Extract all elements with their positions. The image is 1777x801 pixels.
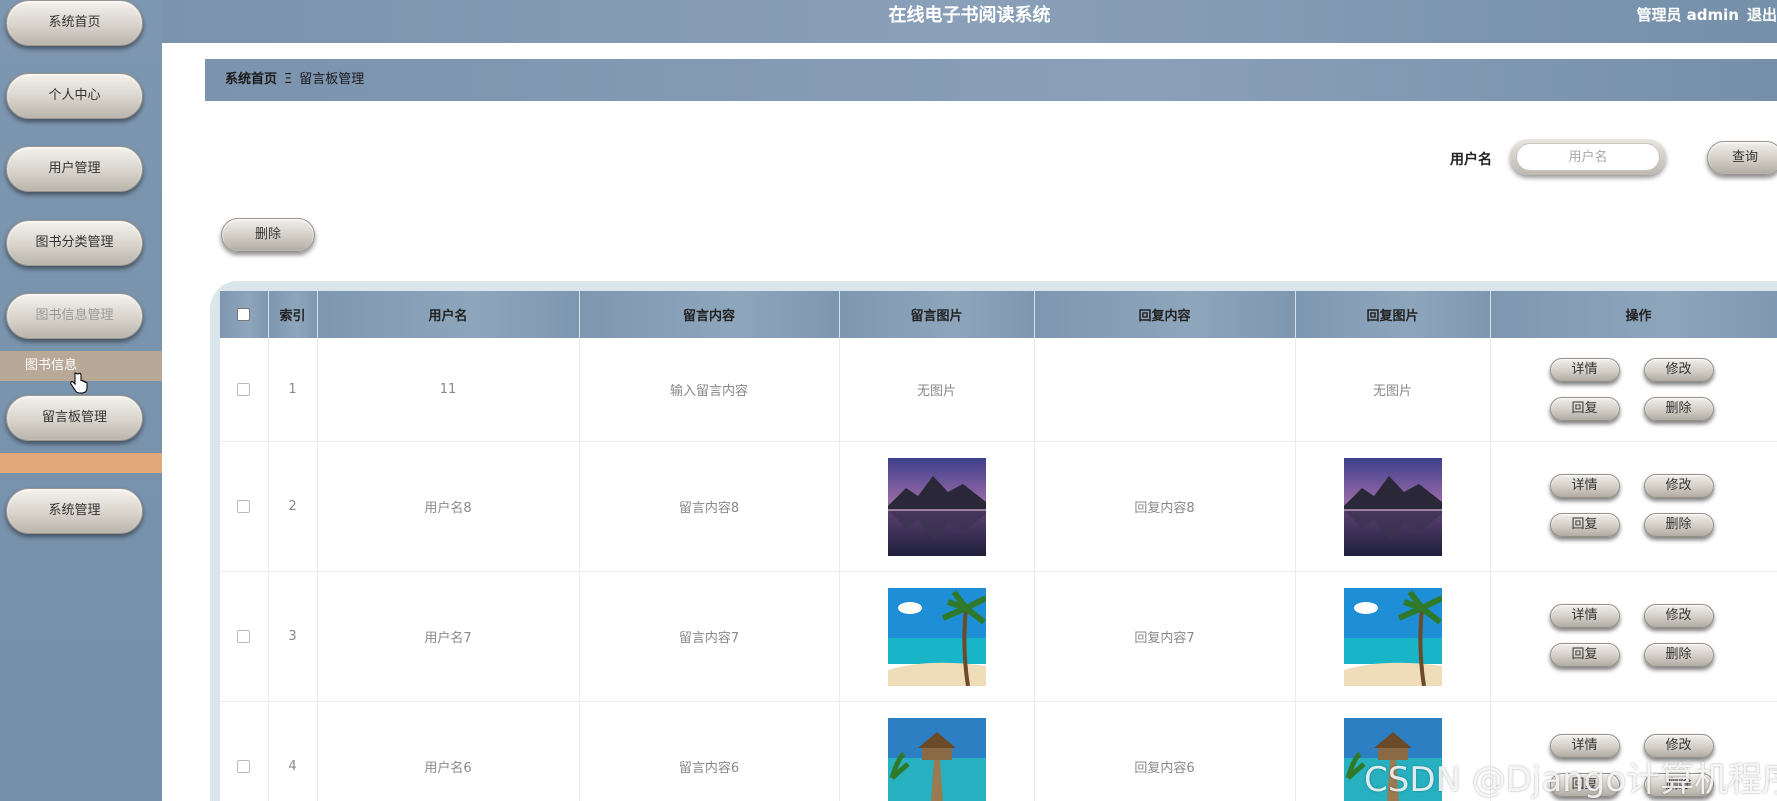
row-actions: 详情 修改 回复 删除 xyxy=(1490,571,1777,702)
row-index: 3 xyxy=(268,571,318,702)
row-checkbox-cell xyxy=(220,701,269,801)
row-checkbox[interactable] xyxy=(237,500,251,513)
row-content: 留言内容8 xyxy=(579,441,840,572)
logout-link[interactable]: 退出 xyxy=(1747,6,1777,24)
reply-button[interactable]: 回复 xyxy=(1549,513,1620,537)
search-input[interactable] xyxy=(1516,143,1660,171)
detail-button[interactable]: 详情 xyxy=(1549,474,1620,498)
row-checkbox[interactable] xyxy=(237,630,251,643)
row-content: 输入留言内容 xyxy=(579,338,840,442)
search-input-wrapper xyxy=(1510,139,1666,175)
app-title: 在线电子书阅读系统 xyxy=(888,5,1051,26)
search-label: 用户名 xyxy=(1450,152,1492,168)
submenu-highlight xyxy=(0,453,162,473)
row-username: 用户名7 xyxy=(317,571,580,702)
row-checkbox[interactable] xyxy=(237,760,251,773)
sidebar-item-book-category[interactable]: 图书分类管理 xyxy=(6,220,143,266)
sidebar-item-home[interactable]: 系统首页 xyxy=(6,0,143,46)
header-index: 索引 xyxy=(268,291,318,338)
sidebar-item-system-management[interactable]: 系统管理 xyxy=(6,488,143,534)
admin-info: 管理员 admin 退出 xyxy=(1628,0,1777,32)
row-content: 留言内容7 xyxy=(579,571,840,702)
edit-button[interactable]: 修改 xyxy=(1643,474,1714,498)
row-reply: 回复内容7 xyxy=(1034,571,1296,702)
row-image-cell xyxy=(839,701,1035,801)
delete-button[interactable]: 删除 xyxy=(1643,397,1714,421)
delete-button[interactable]: 删除 xyxy=(1643,513,1714,537)
sidebar: 系统首页 个人中心 用户管理 图书分类管理 图书信息管理 图书信息 留言板管理 … xyxy=(0,0,162,801)
row-index: 1 xyxy=(268,338,318,442)
row-checkbox-cell xyxy=(220,338,269,442)
row-username: 用户名6 xyxy=(317,701,580,801)
row-index: 4 xyxy=(268,701,318,801)
sidebar-item-personal-center[interactable]: 个人中心 xyxy=(6,73,143,119)
edit-button[interactable]: 修改 xyxy=(1643,358,1714,382)
header-reply-image: 回复图片 xyxy=(1295,291,1491,338)
mountain-lake-image[interactable] xyxy=(1343,457,1442,556)
detail-button[interactable]: 详情 xyxy=(1549,604,1620,628)
admin-label: 管理员 admin xyxy=(1636,6,1739,24)
header-content: 留言内容 xyxy=(579,291,840,338)
delete-button[interactable]: 删除 xyxy=(1643,643,1714,667)
watermark: CSDN @Django计算机程序 xyxy=(1364,760,1777,800)
row-username: 用户名8 xyxy=(317,441,580,572)
row-content: 留言内容6 xyxy=(579,701,840,801)
reply-button[interactable]: 回复 xyxy=(1549,397,1620,421)
tropical-beach-image[interactable] xyxy=(1343,587,1442,686)
message-table: 索引 用户名 留言内容 留言图片 回复内容 回复图片 操作 1 11 输入留言内… xyxy=(220,291,1777,801)
breadcrumb-separator: Ξ xyxy=(284,72,293,87)
header-image: 留言图片 xyxy=(839,291,1035,338)
row-reply: 回复内容8 xyxy=(1034,441,1296,572)
row-checkbox-cell xyxy=(220,571,269,702)
row-reply xyxy=(1034,338,1296,442)
sidebar-item-book-info[interactable]: 图书信息管理 xyxy=(6,293,143,339)
detail-button[interactable]: 详情 xyxy=(1549,358,1620,382)
row-reply-image-none: 无图片 xyxy=(1295,338,1491,442)
row-reply-image-cell xyxy=(1295,571,1491,702)
sidebar-item-user-management[interactable]: 用户管理 xyxy=(6,146,143,192)
message-table-container: 索引 用户名 留言内容 留言图片 回复内容 回复图片 操作 1 11 输入留言内… xyxy=(210,281,1777,801)
row-image-cell xyxy=(839,571,1035,702)
edit-button[interactable]: 修改 xyxy=(1643,604,1714,628)
row-reply: 回复内容6 xyxy=(1034,701,1296,801)
table-row: 3 用户名7 留言内容7 回复内容7 详情 修改 回复 删除 xyxy=(220,571,1777,702)
mountain-lake-image[interactable] xyxy=(887,457,986,556)
breadcrumb-home[interactable]: 系统首页 xyxy=(225,72,277,87)
tropical-beach-image[interactable] xyxy=(887,587,986,686)
row-actions: 详情 修改 回复 删除 xyxy=(1490,441,1777,572)
batch-delete-button[interactable]: 删除 xyxy=(221,218,315,252)
header-reply: 回复内容 xyxy=(1034,291,1296,338)
select-all-checkbox[interactable] xyxy=(237,308,251,321)
row-actions: 详情 修改 回复 删除 xyxy=(1490,338,1777,442)
reply-button[interactable]: 回复 xyxy=(1549,643,1620,667)
header-select-all[interactable] xyxy=(220,291,269,338)
row-image-none: 无图片 xyxy=(839,338,1035,442)
header-username: 用户名 xyxy=(317,291,580,338)
row-reply-image-cell xyxy=(1295,441,1491,572)
sidebar-item-message-board[interactable]: 留言板管理 xyxy=(6,395,143,441)
top-header: 在线电子书阅读系统 管理员 admin 退出 xyxy=(162,0,1777,43)
header-actions: 操作 xyxy=(1490,291,1777,338)
row-checkbox-cell xyxy=(220,441,269,572)
breadcrumb-current: 留言板管理 xyxy=(299,72,365,87)
breadcrumb: 系统首页 Ξ 留言板管理 xyxy=(205,59,1777,101)
search-button[interactable]: 查询 xyxy=(1707,141,1777,175)
table-header-row: 索引 用户名 留言内容 留言图片 回复内容 回复图片 操作 xyxy=(220,291,1777,338)
table-row: 1 11 输入留言内容 无图片 无图片 详情 修改 回复 删除 xyxy=(220,338,1777,442)
table-row: 2 用户名8 留言内容8 回复内容8 详情 修改 回复 删除 xyxy=(220,441,1777,572)
row-index: 2 xyxy=(268,441,318,572)
row-checkbox[interactable] xyxy=(237,383,251,396)
row-image-cell xyxy=(839,441,1035,572)
hand-cursor-icon xyxy=(70,372,88,394)
overwater-hut-image[interactable] xyxy=(887,717,986,801)
row-username: 11 xyxy=(317,338,580,442)
